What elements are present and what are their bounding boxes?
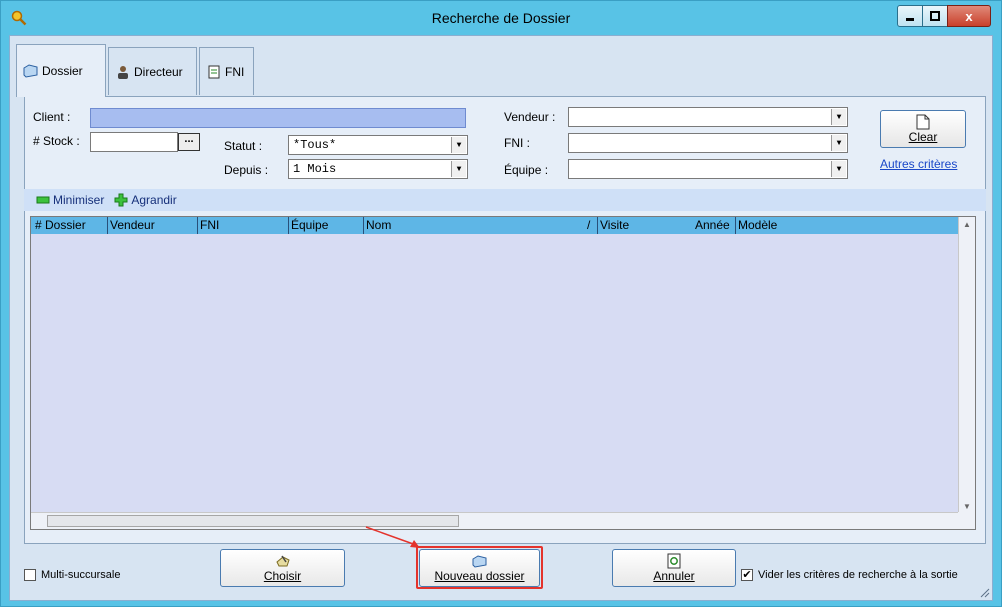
client-label: Client : [33, 110, 71, 124]
vider-criteres-label: Vider les critères de recherche à la sor… [758, 569, 958, 581]
client-input[interactable] [90, 108, 466, 128]
minimiser-button[interactable]: Minimiser [36, 193, 104, 207]
tab-directeur[interactable]: Directeur [108, 47, 197, 95]
close-icon: x [965, 8, 973, 24]
person-icon [118, 65, 128, 79]
minus-icon [36, 196, 50, 204]
multi-succursale-box[interactable] [24, 569, 36, 581]
stock-label: # Stock : [33, 134, 80, 148]
stock-input[interactable] [90, 132, 178, 152]
scroll-corner [958, 512, 975, 529]
close-button[interactable]: x [947, 5, 991, 27]
column-header-vendeur[interactable]: Vendeur [107, 217, 155, 234]
vendeur-select[interactable]: ▼ [568, 107, 848, 127]
choisir-label: Choisir [263, 569, 302, 583]
tab-dossier[interactable]: Dossier [16, 44, 106, 97]
equipe-label: Équipe : [504, 163, 549, 177]
depuis-value: 1 Mois [293, 162, 337, 176]
grid-toolbar: Minimiser Agrandir [24, 189, 986, 211]
chevron-down-icon: ▼ [451, 137, 466, 153]
folder-icon [23, 64, 38, 78]
client-area: Dossier Directeur FNI Client : # Stock :… [9, 35, 993, 601]
column-header-modele[interactable]: Modèle [735, 217, 777, 234]
depuis-label: Depuis : [224, 163, 269, 177]
nouveau-dossier-button[interactable]: Nouveau dossier [419, 549, 540, 587]
blank-page-icon [916, 114, 930, 130]
nouveau-dossier-label: Nouveau dossier [434, 569, 525, 583]
column-header-nom[interactable]: Nom [363, 217, 391, 234]
autres-criteres-link[interactable]: Autres critères [880, 157, 957, 171]
title-bar[interactable]: Recherche de Dossier x [1, 1, 1001, 35]
depuis-select[interactable]: 1 Mois ▼ [288, 159, 468, 179]
search-dossier-window: Recherche de Dossier x Dossier Directeur [0, 0, 1002, 607]
column-header-fni[interactable]: FNI [197, 217, 219, 234]
tab-fni[interactable]: FNI [199, 47, 254, 95]
agrandir-label: Agrandir [131, 193, 177, 207]
statut-select[interactable]: *Tous* ▼ [288, 135, 468, 155]
statut-label: Statut : [224, 139, 263, 153]
window-title: Recherche de Dossier [431, 10, 571, 26]
new-folder-icon [472, 555, 486, 568]
vendeur-label: Vendeur : [504, 110, 556, 124]
stock-browse-button[interactable]: ... [178, 133, 200, 151]
chevron-down-icon: ▼ [451, 161, 466, 177]
annotation-arrow-icon [365, 526, 420, 548]
sort-indicator: / [587, 218, 591, 232]
multi-succursale-label: Multi-succursale [41, 569, 121, 581]
refresh-page-icon [667, 553, 681, 569]
vertical-scrollbar[interactable]: ▲ ▼ [958, 217, 975, 514]
tab-dossier-label: Dossier [42, 64, 83, 78]
checkmark-icon[interactable]: ✔ [741, 569, 753, 581]
scroll-down-icon[interactable]: ▼ [963, 502, 971, 511]
agrandir-button[interactable]: Agrandir [114, 193, 177, 207]
fni-select[interactable]: ▼ [568, 133, 848, 153]
chevron-down-icon: ▼ [831, 135, 846, 151]
results-grid[interactable]: # Dossier Vendeur FNI Équipe Nom / Visit… [30, 216, 976, 530]
minimiser-label: Minimiser [53, 193, 105, 207]
fni-label: FNI : [504, 136, 530, 150]
annuler-label: Annuler [653, 569, 695, 583]
chevron-down-icon: ▼ [831, 109, 846, 125]
grid-header: # Dossier Vendeur FNI Équipe Nom / Visit… [31, 217, 959, 234]
minimize-icon [906, 18, 914, 21]
choisir-button[interactable]: Choisir [220, 549, 345, 587]
tab-fni-label: FNI [225, 64, 245, 79]
maximize-button[interactable] [922, 5, 948, 27]
clear-label: Clear [908, 130, 938, 144]
equipe-select[interactable]: ▼ [568, 159, 848, 179]
column-header-equipe[interactable]: Équipe [288, 217, 328, 234]
statut-value: *Tous* [293, 138, 337, 152]
clear-button[interactable]: Clear [880, 110, 966, 148]
column-header-visite[interactable]: Visite [597, 217, 629, 234]
scroll-up-icon[interactable]: ▲ [963, 220, 971, 229]
annuler-button[interactable]: Annuler [612, 549, 736, 587]
multi-succursale-checkbox[interactable]: Multi-succursale [24, 569, 120, 581]
tab-directeur-label: Directeur [134, 64, 183, 79]
vider-criteres-checkbox[interactable]: ✔ Vider les critères de recherche à la s… [741, 569, 958, 581]
resize-grip-icon[interactable] [978, 586, 990, 598]
chevron-down-icon: ▼ [831, 161, 846, 177]
minimize-button[interactable] [897, 5, 923, 27]
maximize-icon [930, 11, 940, 21]
horizontal-scrollbar[interactable] [31, 512, 959, 529]
plus-icon [114, 193, 128, 207]
document-icon [208, 65, 220, 78]
column-header-dossier[interactable]: # Dossier [33, 217, 86, 234]
column-header-annee[interactable]: Année [693, 217, 730, 234]
choose-folder-icon [275, 555, 290, 567]
